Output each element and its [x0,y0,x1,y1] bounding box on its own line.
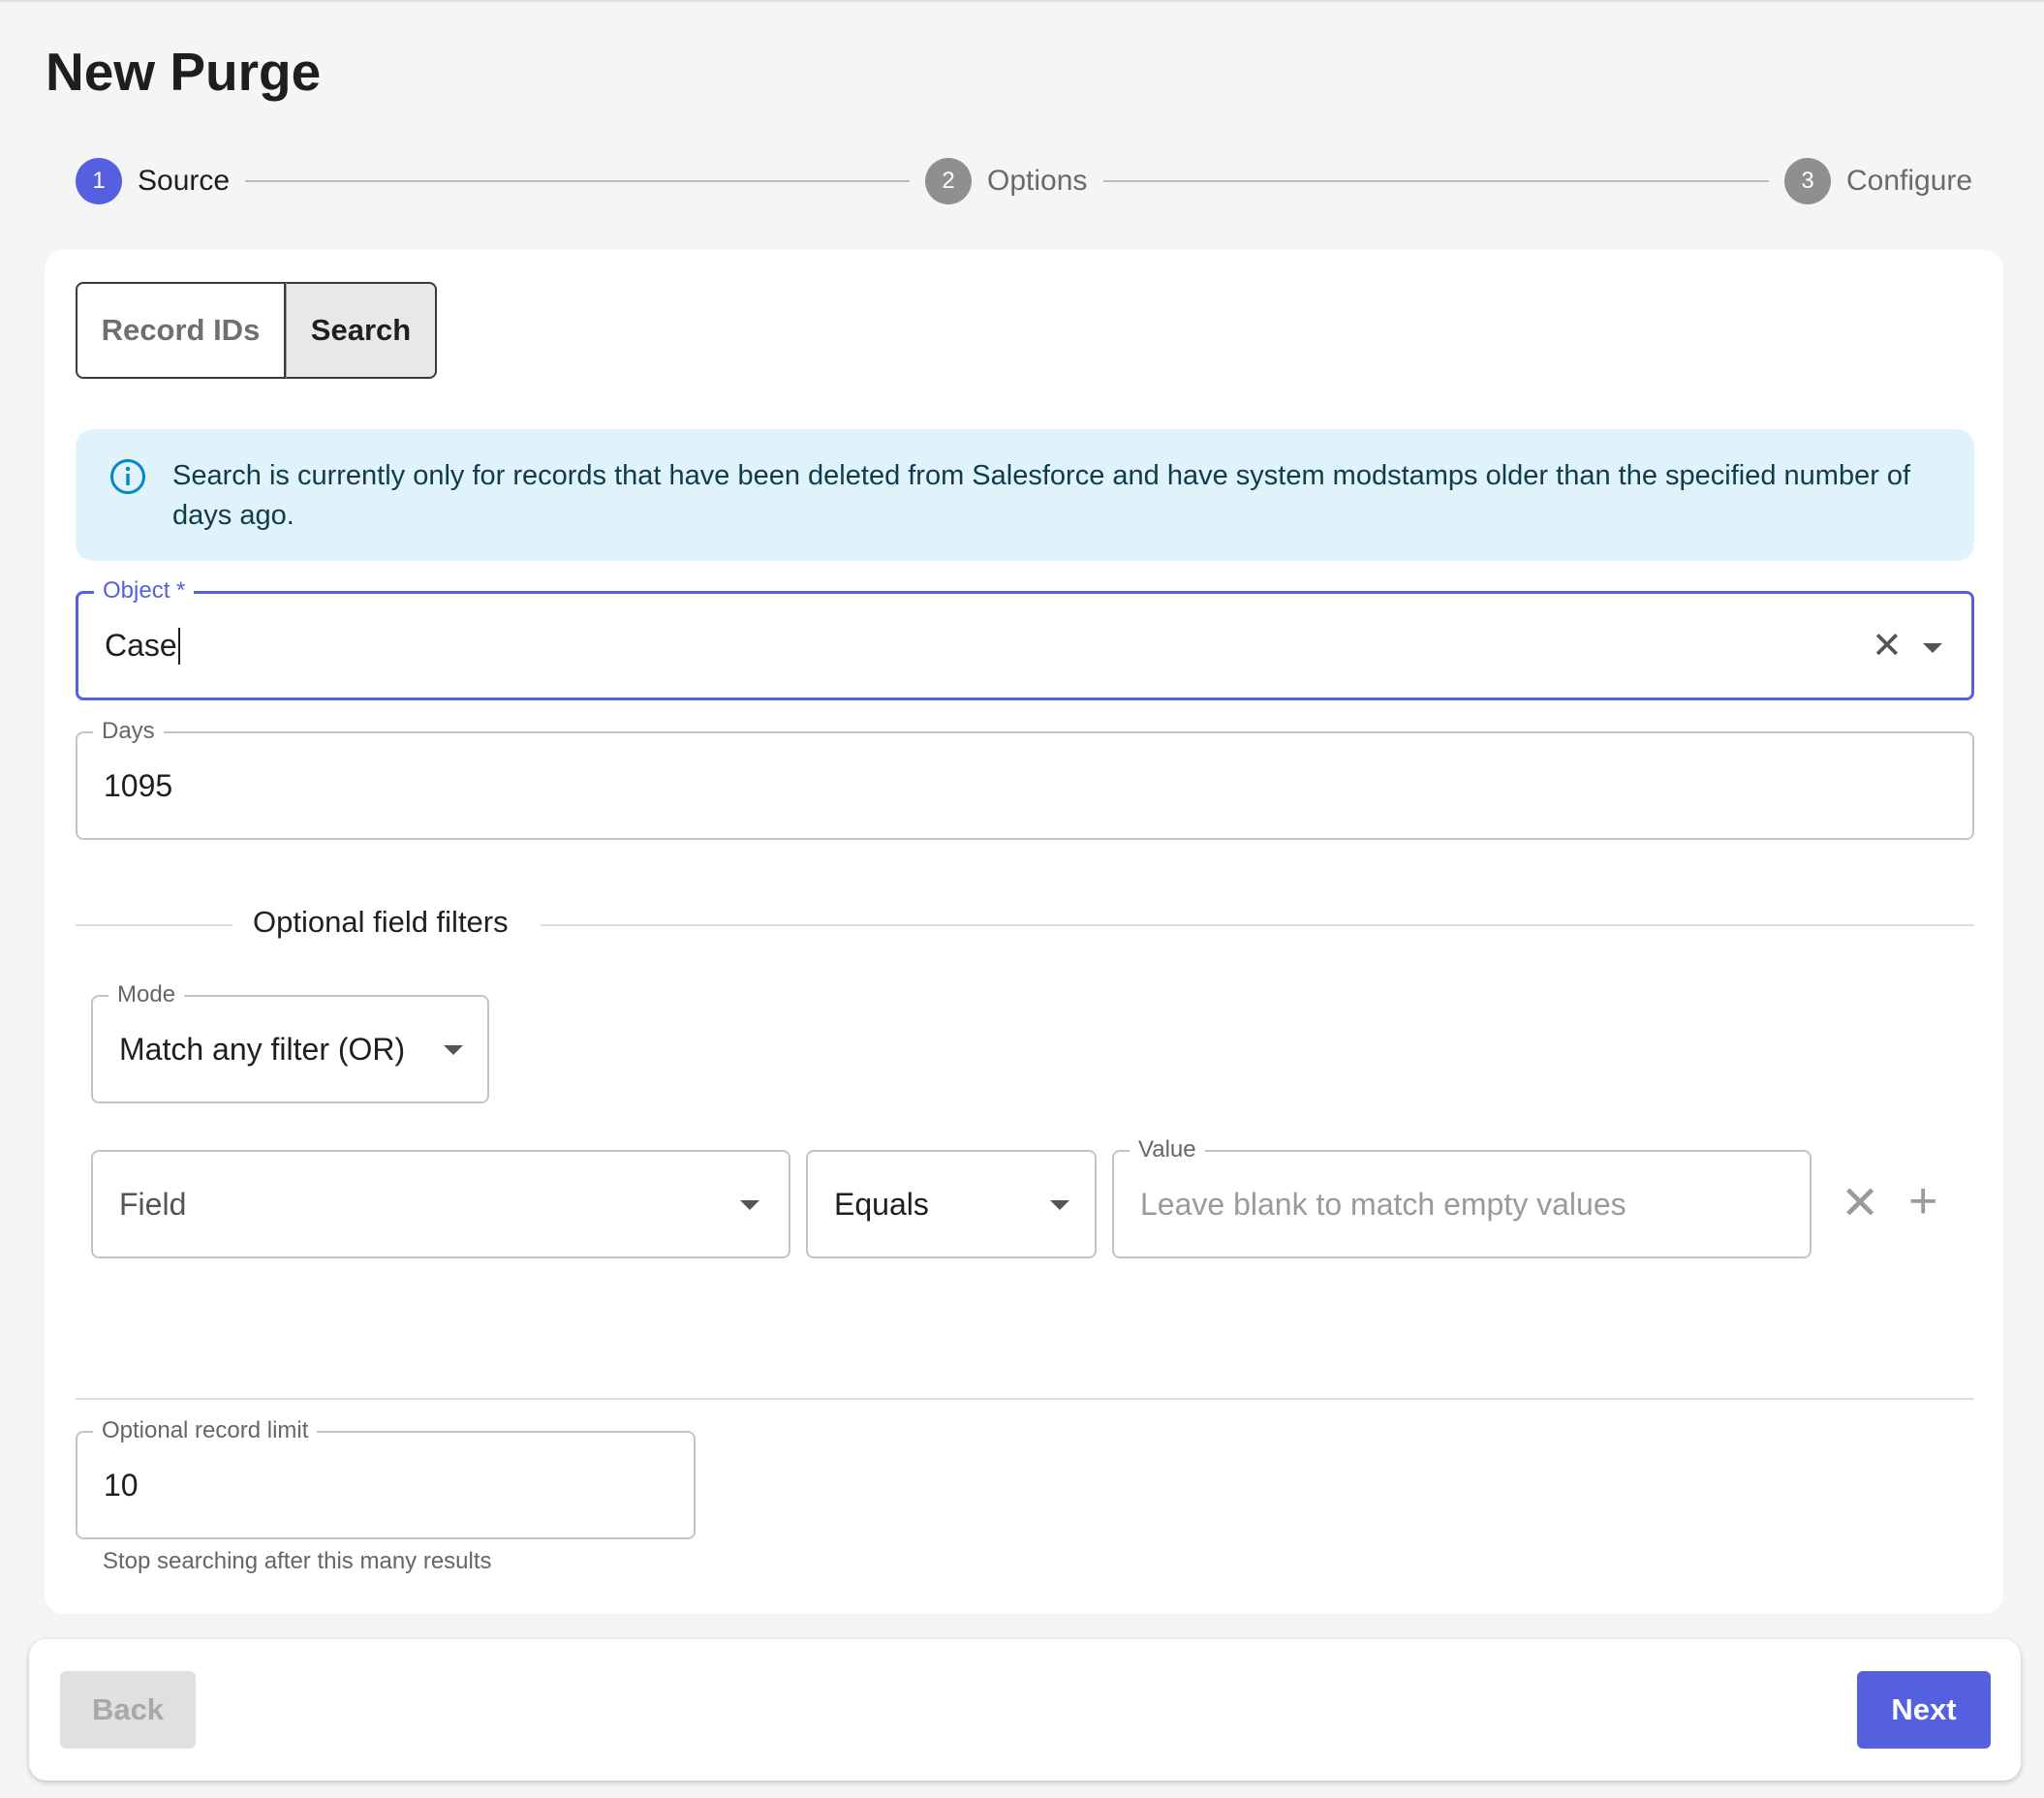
text-caret [177,627,180,665]
filters-section-label: Optional field filters [253,905,509,939]
step-configure: 3 Configure [1784,157,1972,205]
value-input[interactable]: Leave blank to match empty values [1140,1152,1626,1256]
step-label: Source [138,165,231,197]
back-button[interactable]: Back [60,1671,196,1749]
step-connector [1103,180,1769,182]
next-button[interactable]: Next [1857,1671,1991,1749]
operator-select[interactable]: Equals [806,1150,1097,1258]
info-alert: Search is currently only for records tha… [76,429,1974,561]
mode-select[interactable]: Mode Match any filter (OR) [91,980,489,1103]
record-limit-helper: Stop searching after this many results [103,1548,492,1574]
days-field[interactable]: Days 1095 [76,717,1974,840]
operator-value: Equals [834,1186,929,1222]
object-autocomplete[interactable]: Object * Case ✕ [76,576,1974,700]
filter-value-field[interactable]: Value Leave blank to match empty values [1112,1135,1812,1258]
record-limit-value: 10 [104,1467,139,1503]
record-ids-toggle[interactable]: Record IDs [76,282,286,379]
page-title: New Purge [46,42,322,102]
step-source: 1 Source [76,157,230,205]
object-input[interactable]: Case [105,594,180,698]
info-icon [110,459,145,494]
step-number-badge: 3 [1784,158,1831,204]
step-label: Options [987,165,1088,197]
step-number-badge: 2 [925,158,972,204]
chevron-down-icon [1050,1200,1069,1210]
chevron-down-icon [444,1045,463,1055]
search-toggle[interactable]: Search [286,282,437,379]
field-placeholder: Field [119,1186,187,1222]
divider-line [541,924,1974,926]
step-options: 2 Options [925,157,1087,205]
step-connector [245,180,910,182]
step-label: Configure [1846,165,1973,197]
mode-value: Match any filter (OR) [119,1031,406,1067]
add-filter-icon[interactable]: + [1908,1176,1937,1226]
chevron-down-icon [740,1200,759,1210]
divider-line [76,1398,1974,1400]
top-border [0,0,2044,2]
step-number-badge: 1 [76,158,122,204]
days-value: 1095 [104,767,173,803]
remove-filter-icon[interactable]: ✕ [1841,1181,1879,1227]
info-alert-text: Search is currently only for records tha… [172,460,1911,531]
filter-field-select[interactable]: Field [91,1150,790,1258]
divider-line [76,924,232,926]
footer-bar: Back Next [29,1639,2021,1781]
source-mode-toggle: Record IDs Search [76,282,437,383]
record-limit-field[interactable]: Optional record limit 10 [76,1416,696,1539]
clear-icon[interactable]: ✕ [1872,628,1903,665]
chevron-down-icon[interactable] [1923,643,1942,653]
